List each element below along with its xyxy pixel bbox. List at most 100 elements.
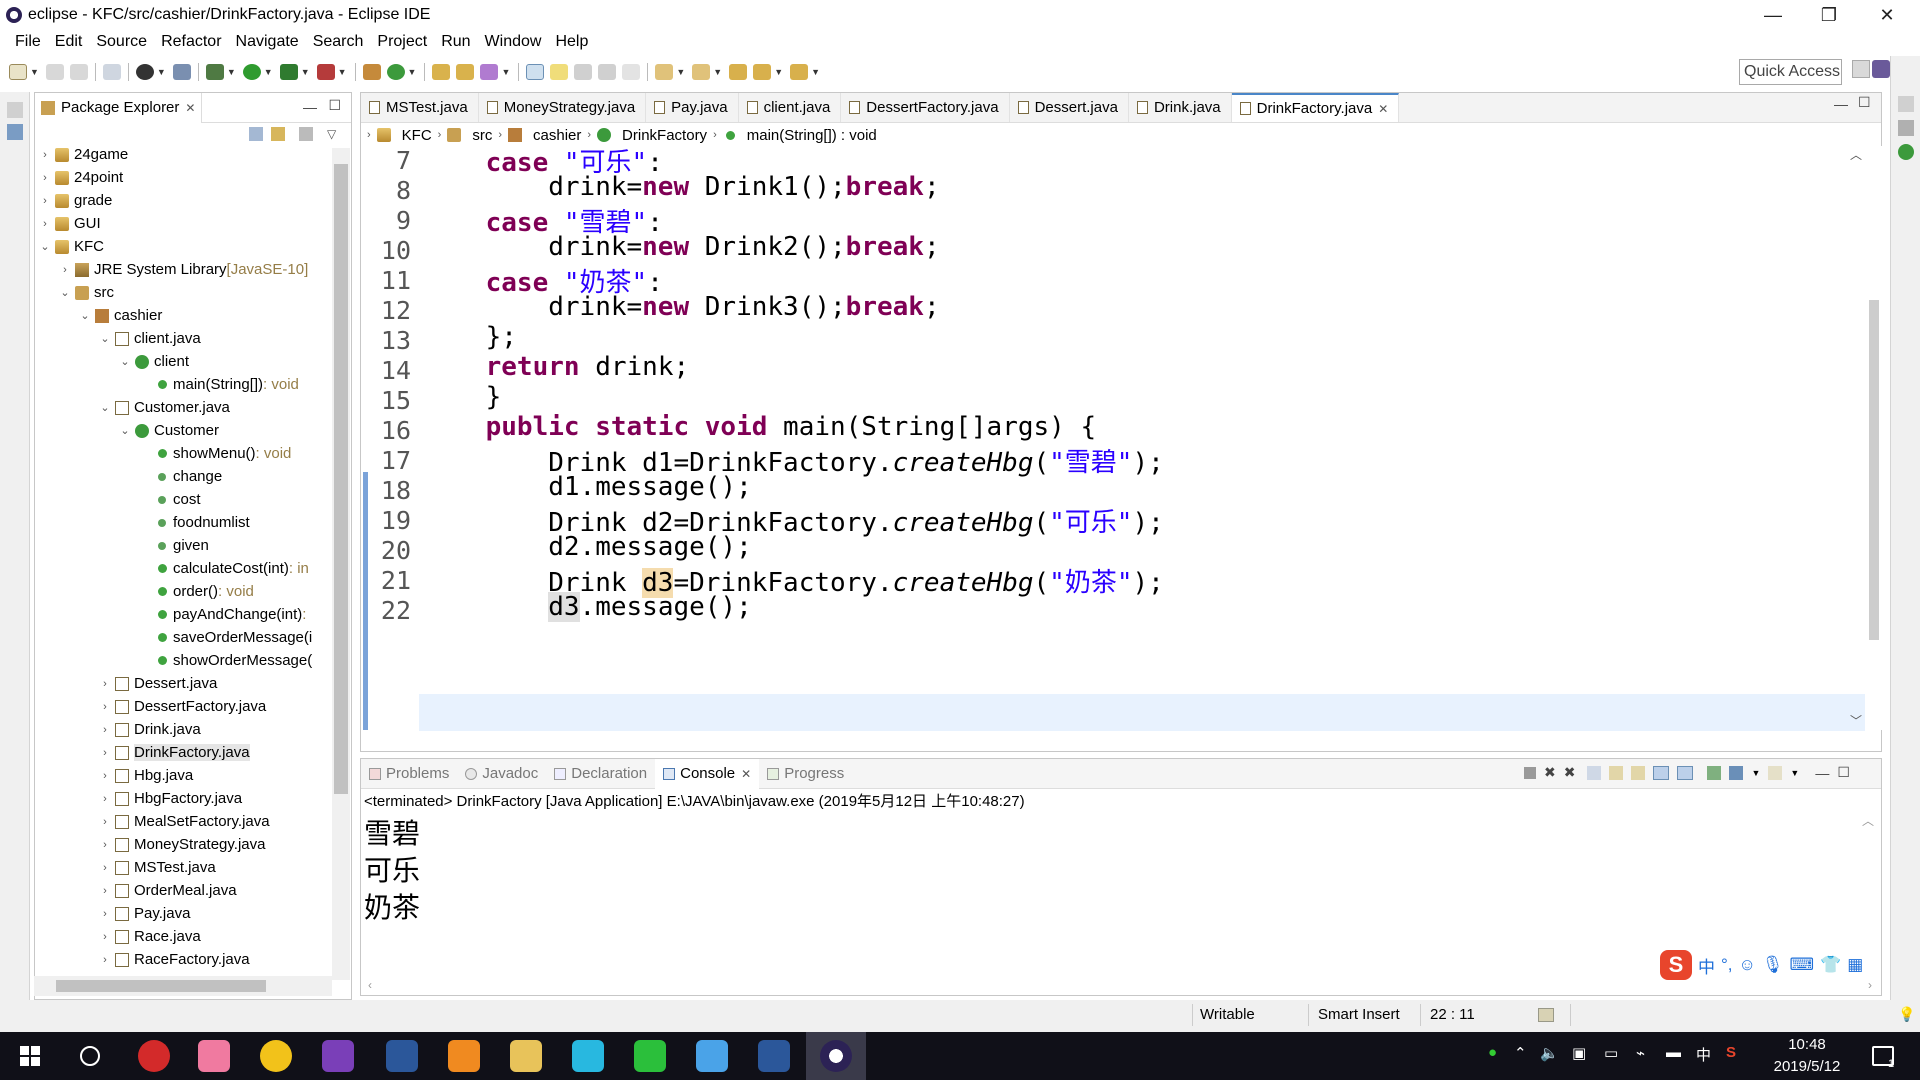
save-all-icon[interactable] — [69, 64, 88, 80]
forward-icon[interactable] — [790, 64, 809, 80]
tree-item[interactable]: payAndChange(int) : — [155, 603, 306, 626]
chevron-down-icon[interactable]: ▼ — [1751, 768, 1760, 778]
focus-icon[interactable] — [299, 127, 313, 141]
skip-breakpoints-icon[interactable] — [172, 64, 191, 80]
previous-annotation-icon[interactable] — [692, 64, 711, 80]
punctuation-icon[interactable]: °, — [1721, 955, 1733, 975]
media-player-icon[interactable] — [572, 1040, 604, 1072]
tree-item[interactable]: ⌄ client — [119, 350, 189, 373]
toggle-mark-occurrences-icon[interactable] — [526, 64, 545, 80]
iqiyi-icon[interactable] — [634, 1040, 666, 1072]
insert-mode-status[interactable]: Smart Insert — [1318, 1006, 1400, 1023]
breadcrumb-item[interactable]: main(String[]) : void — [747, 127, 877, 144]
tree-item[interactable]: › MealSetFactory.java — [99, 810, 269, 833]
tab-mstest[interactable]: MSTest.java — [361, 93, 479, 122]
restore-view-icon[interactable] — [7, 102, 23, 118]
debug-perspective-icon[interactable] — [135, 64, 154, 80]
coverage-icon[interactable] — [279, 64, 298, 80]
tree-item[interactable]: calculateCost(int) : in — [155, 557, 309, 580]
file-explorer-icon[interactable] — [510, 1040, 542, 1072]
display-icon[interactable]: ▭ — [1604, 1044, 1618, 1062]
menu-help[interactable]: Help — [548, 33, 595, 51]
chevron-right-icon[interactable]: › — [99, 862, 111, 874]
terminal-icon[interactable] — [102, 64, 121, 80]
tree-item[interactable]: › JRE System Library [JavaSE-10] — [59, 258, 308, 281]
ime-language-toggle[interactable]: 中 — [1698, 953, 1715, 978]
sogou-ime-icon[interactable]: S — [1660, 950, 1692, 980]
breadcrumb-item[interactable]: cashier — [533, 127, 581, 144]
open-folder-icon[interactable] — [456, 64, 475, 80]
tree-item[interactable]: order() : void — [155, 580, 254, 603]
menu-project[interactable]: Project — [370, 33, 434, 51]
menu-source[interactable]: Source — [89, 33, 154, 51]
tree-item[interactable]: › HbgFactory.java — [99, 787, 242, 810]
tab-dessertfactory[interactable]: DessertFactory.java — [841, 93, 1010, 122]
toolbox-icon[interactable]: ▦ — [1847, 955, 1863, 975]
word-wrap-icon[interactable] — [1631, 765, 1646, 780]
open-perspective-icon[interactable] — [1852, 60, 1870, 78]
chevron-right-icon[interactable]: › — [99, 885, 111, 897]
eclipse-taskbar-icon[interactable] — [820, 1040, 852, 1072]
breadcrumb-item[interactable]: DrinkFactory — [622, 127, 707, 144]
pin-console-icon[interactable] — [1707, 765, 1722, 780]
close-window-button[interactable]: ✕ — [1864, 0, 1910, 30]
menu-navigate[interactable]: Navigate — [229, 33, 306, 51]
next-annotation-icon[interactable] — [655, 64, 674, 80]
netease-music-icon[interactable] — [138, 1040, 170, 1072]
new-class-icon[interactable] — [386, 64, 405, 80]
tree-item[interactable]: › Pay.java — [99, 902, 190, 925]
maximize-console-icon[interactable]: ☐ — [1837, 764, 1850, 781]
scroll-lock-icon[interactable] — [1609, 765, 1624, 780]
chevron-right-icon[interactable]: › — [99, 954, 111, 966]
collapse-all-icon[interactable] — [249, 127, 263, 141]
scroll-up-icon[interactable]: ︿ — [1850, 146, 1862, 163]
task-list-icon[interactable] — [1898, 144, 1914, 160]
tree-item[interactable]: ⌄ src — [59, 281, 114, 304]
tree-item[interactable]: › 24game — [39, 143, 128, 166]
chevron-right-icon[interactable]: › — [99, 839, 111, 851]
chevron-right-icon[interactable]: › — [99, 701, 111, 713]
tab-javadoc[interactable]: Javadoc — [457, 759, 546, 789]
emoji-icon[interactable]: ☺ — [1739, 955, 1756, 975]
skin-icon[interactable]: 👕 — [1820, 955, 1841, 975]
tree-item[interactable]: › GUI — [39, 212, 101, 235]
minimize-console-icon[interactable]: — — [1815, 765, 1829, 781]
usb-icon[interactable]: ⌁ — [1636, 1044, 1645, 1062]
battery-icon[interactable]: ▬ — [1666, 1044, 1681, 1061]
maximize-view-icon[interactable]: ☐ — [328, 97, 341, 114]
close-tab-icon[interactable]: ✕ — [1378, 102, 1388, 116]
menu-window[interactable]: Window — [478, 33, 549, 51]
new-icon[interactable] — [9, 64, 27, 80]
tab-drink[interactable]: Drink.java — [1129, 93, 1232, 122]
word-icon[interactable] — [758, 1040, 790, 1072]
tab-console[interactable]: Console ✕ — [655, 758, 760, 789]
tree-item[interactable]: given — [155, 534, 209, 557]
hierarchy-icon[interactable] — [7, 124, 23, 140]
menu-edit[interactable]: Edit — [48, 33, 90, 51]
system-clock[interactable]: 10:48 2019/5/12 — [1762, 1034, 1852, 1078]
tab-declaration[interactable]: Declaration — [546, 759, 655, 789]
keyboard-icon[interactable]: ⌨ — [1789, 955, 1814, 975]
debug-icon[interactable] — [205, 64, 224, 80]
open-type-icon[interactable] — [432, 64, 451, 80]
input-language[interactable]: 中 — [1696, 1044, 1711, 1065]
remove-all-icon[interactable]: ✖ — [1564, 764, 1576, 781]
windows-start-icon[interactable] — [20, 1046, 40, 1066]
external-tools-icon[interactable] — [316, 64, 335, 80]
open-console-icon[interactable] — [1768, 765, 1783, 780]
menu-run[interactable]: Run — [434, 33, 477, 51]
show-on-stderr-icon[interactable] — [1677, 765, 1694, 780]
visio-icon[interactable] — [386, 1040, 418, 1072]
tab-progress[interactable]: Progress — [759, 759, 852, 789]
chevron-down-icon[interactable]: ⌄ — [119, 355, 131, 368]
tree-item[interactable]: › Hbg.java — [99, 764, 193, 787]
chevron-right-icon[interactable]: › — [99, 931, 111, 943]
tree-item[interactable]: › MSTest.java — [99, 856, 216, 879]
chevron-down-icon[interactable]: ⌄ — [99, 401, 111, 414]
explorer-scroll-thumb[interactable] — [334, 164, 348, 794]
tree-item[interactable]: › Race.java — [99, 925, 201, 948]
microphone-icon[interactable]: 🎙 — [1762, 955, 1784, 975]
quick-access-input[interactable]: Quick Access — [1739, 59, 1842, 85]
tree-item[interactable]: › DrinkFactory.java — [99, 741, 250, 764]
chevron-right-icon[interactable]: › — [59, 264, 71, 276]
